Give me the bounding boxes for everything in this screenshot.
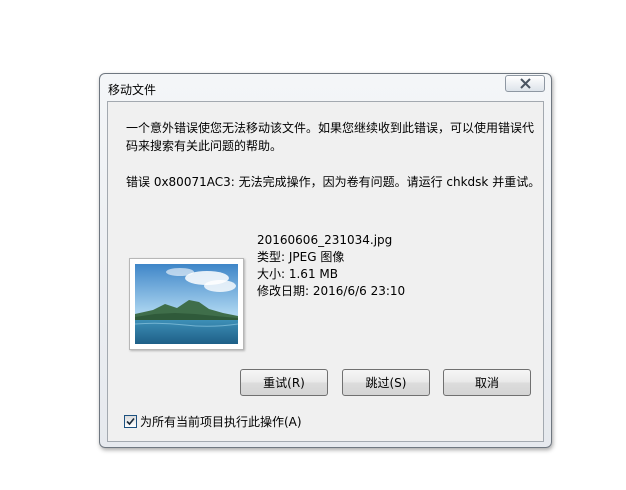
file-modified-date: 修改日期: 2016/6/6 23:10 [257, 284, 406, 298]
apply-to-all-checkbox[interactable] [124, 415, 137, 428]
landscape-thumbnail-icon [135, 264, 238, 344]
close-button[interactable] [505, 75, 545, 92]
move-file-dialog: 移动文件 一个意外错误使您无法移动该文件。如果您继续收到此错误，可以使用错误代码… [99, 73, 552, 448]
file-details: 20160606_231034.jpg 类型: JPEG 图像 大小: 1.61… [257, 232, 405, 300]
file-size: 大小: 1.61 MB [257, 267, 338, 281]
file-thumbnail [129, 258, 244, 350]
file-name: 20160606_231034.jpg [257, 233, 393, 247]
title-bar[interactable]: 移动文件 [100, 74, 551, 100]
apply-to-all-label: 为所有当前项目执行此操作(A) [140, 415, 302, 429]
cancel-button[interactable]: 取消 [443, 369, 531, 396]
file-type: 类型: JPEG 图像 [257, 250, 345, 264]
close-x-icon [520, 78, 531, 89]
retry-button[interactable]: 重试(R) [240, 369, 328, 396]
checkmark-icon [126, 417, 135, 426]
skip-button[interactable]: 跳过(S) [342, 369, 430, 396]
dialog-title: 移动文件 [108, 83, 157, 97]
error-code-text: 错误 0x80071AC3: 无法完成操作，因为卷有问题。请运行 chkdsk … [126, 175, 541, 189]
dialog-body: 一个意外错误使您无法移动该文件。如果您继续收到此错误，可以使用错误代码来搜索有关… [107, 101, 544, 442]
apply-to-all-option[interactable]: 为所有当前项目执行此操作(A) [124, 414, 302, 430]
error-message: 一个意外错误使您无法移动该文件。如果您继续收到此错误，可以使用错误代码来搜索有关… [126, 121, 535, 153]
